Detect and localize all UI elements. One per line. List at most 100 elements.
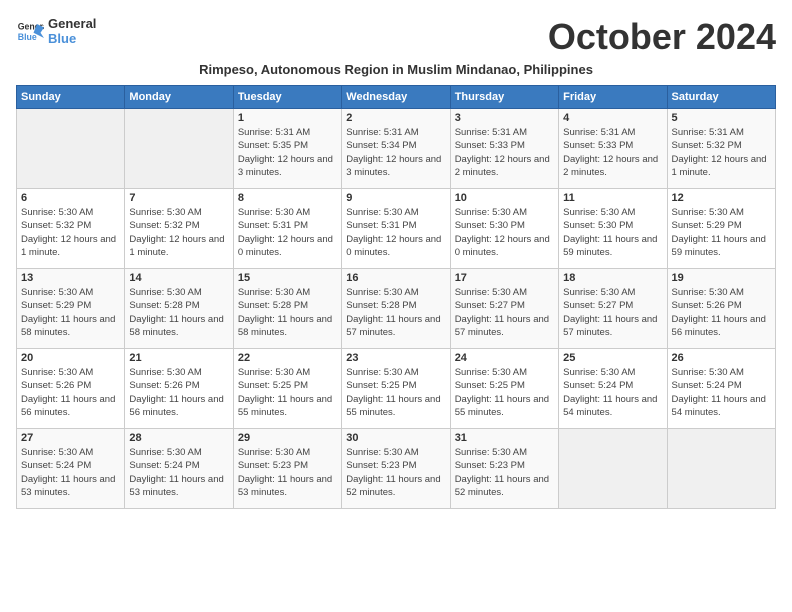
calendar-cell: 30Sunrise: 5:30 AM Sunset: 5:23 PM Dayli… — [342, 429, 450, 509]
calendar-table: SundayMondayTuesdayWednesdayThursdayFrid… — [16, 85, 776, 509]
day-number: 4 — [563, 112, 662, 124]
day-info: Sunrise: 5:30 AM Sunset: 5:24 PM Dayligh… — [129, 446, 228, 499]
day-number: 24 — [455, 352, 554, 364]
calendar-cell: 4 Sunrise: 5:31 AM Sunset: 5:33 PM Daylig… — [559, 109, 667, 189]
day-info: Sunrise: 5:30 AM Sunset: 5:24 PM Dayligh… — [672, 366, 771, 419]
weekday-header: Sunday — [17, 86, 125, 109]
calendar-cell: 28Sunrise: 5:30 AM Sunset: 5:24 PM Dayli… — [125, 429, 233, 509]
calendar-cell: 19 Sunrise: 5:30 AM Sunset: 5:26 PM Dayli… — [667, 269, 775, 349]
calendar-cell: 23Sunrise: 5:30 AM Sunset: 5:25 PM Dayli… — [342, 349, 450, 429]
day-number: 27 — [21, 432, 120, 444]
day-info: Sunrise: 5:30 AM Sunset: 5:30 PM Dayligh… — [455, 206, 554, 259]
day-info: Sunrise: 5:30 AM Sunset: 5:29 PM Dayligh… — [21, 286, 120, 339]
calendar-cell: 17 Sunrise: 5:30 AM Sunset: 5:27 PM Dayli… — [450, 269, 558, 349]
calendar-cell: 8 Sunrise: 5:30 AM Sunset: 5:31 PM Daylig… — [233, 189, 341, 269]
day-info: Sunrise: 5:30 AM Sunset: 5:28 PM Dayligh… — [129, 286, 228, 339]
calendar-cell: 5Sunrise: 5:31 AM Sunset: 5:32 PM Daylig… — [667, 109, 775, 189]
logo: General Blue General Blue — [16, 16, 96, 46]
calendar-cell: 24 Sunrise: 5:30 AM Sunset: 5:25 PM Dayli… — [450, 349, 558, 429]
logo-text-general: General — [48, 16, 96, 31]
day-number: 8 — [238, 192, 337, 204]
day-info: Sunrise: 5:31 AM Sunset: 5:33 PM Dayligh… — [563, 126, 662, 179]
day-info: Sunrise: 5:30 AM Sunset: 5:23 PM Dayligh… — [455, 446, 554, 499]
day-number: 31 — [455, 432, 554, 444]
day-number: 16 — [346, 272, 445, 284]
subtitle: Rimpeso, Autonomous Region in Muslim Min… — [16, 62, 776, 77]
day-number: 14 — [129, 272, 228, 284]
calendar-cell: 10 Sunrise: 5:30 AM Sunset: 5:30 PM Dayli… — [450, 189, 558, 269]
day-info: Sunrise: 5:30 AM Sunset: 5:26 PM Dayligh… — [21, 366, 120, 419]
weekday-header: Tuesday — [233, 86, 341, 109]
day-info: Sunrise: 5:30 AM Sunset: 5:28 PM Dayligh… — [238, 286, 337, 339]
day-info: Sunrise: 5:30 AM Sunset: 5:30 PM Dayligh… — [563, 206, 662, 259]
day-number: 19 — [672, 272, 771, 284]
calendar-cell: 16 Sunrise: 5:30 AM Sunset: 5:28 PM Dayli… — [342, 269, 450, 349]
header: General Blue General Blue October 2024 — [16, 16, 776, 58]
calendar-cell: 21 Sunrise: 5:30 AM Sunset: 5:26 PM Dayli… — [125, 349, 233, 429]
day-info: Sunrise: 5:30 AM Sunset: 5:27 PM Dayligh… — [455, 286, 554, 339]
day-info: Sunrise: 5:30 AM Sunset: 5:26 PM Dayligh… — [129, 366, 228, 419]
calendar-cell — [17, 109, 125, 189]
weekday-header: Friday — [559, 86, 667, 109]
day-number: 21 — [129, 352, 228, 364]
calendar-cell: 25 Sunrise: 5:30 AM Sunset: 5:24 PM Dayli… — [559, 349, 667, 429]
day-info: Sunrise: 5:30 AM Sunset: 5:25 PM Dayligh… — [455, 366, 554, 419]
day-info: Sunrise: 5:31 AM Sunset: 5:33 PM Dayligh… — [455, 126, 554, 179]
day-info: Sunrise: 5:30 AM Sunset: 5:23 PM Dayligh… — [346, 446, 445, 499]
day-info: Sunrise: 5:30 AM Sunset: 5:32 PM Dayligh… — [21, 206, 120, 259]
day-info: Sunrise: 5:31 AM Sunset: 5:35 PM Dayligh… — [238, 126, 337, 179]
calendar-cell: 22 Sunrise: 5:30 AM Sunset: 5:25 PM Dayli… — [233, 349, 341, 429]
day-number: 15 — [238, 272, 337, 284]
day-number: 2 — [346, 112, 445, 124]
day-info: Sunrise: 5:30 AM Sunset: 5:24 PM Dayligh… — [563, 366, 662, 419]
calendar-cell: 2 Sunrise: 5:31 AM Sunset: 5:34 PM Daylig… — [342, 109, 450, 189]
day-number: 17 — [455, 272, 554, 284]
calendar-cell: 18 Sunrise: 5:30 AM Sunset: 5:27 PM Dayli… — [559, 269, 667, 349]
day-info: Sunrise: 5:30 AM Sunset: 5:28 PM Dayligh… — [346, 286, 445, 339]
day-number: 25 — [563, 352, 662, 364]
weekday-header: Thursday — [450, 86, 558, 109]
calendar-cell: 9 Sunrise: 5:30 AM Sunset: 5:31 PM Daylig… — [342, 189, 450, 269]
calendar-cell — [125, 109, 233, 189]
calendar-cell: 26Sunrise: 5:30 AM Sunset: 5:24 PM Dayli… — [667, 349, 775, 429]
day-number: 29 — [238, 432, 337, 444]
calendar-cell: 7 Sunrise: 5:30 AM Sunset: 5:32 PM Daylig… — [125, 189, 233, 269]
calendar-cell: 13 Sunrise: 5:30 AM Sunset: 5:29 PM Dayli… — [17, 269, 125, 349]
day-number: 3 — [455, 112, 554, 124]
day-info: Sunrise: 5:31 AM Sunset: 5:34 PM Dayligh… — [346, 126, 445, 179]
day-info: Sunrise: 5:30 AM Sunset: 5:31 PM Dayligh… — [346, 206, 445, 259]
day-number: 13 — [21, 272, 120, 284]
day-number: 18 — [563, 272, 662, 284]
day-info: Sunrise: 5:30 AM Sunset: 5:29 PM Dayligh… — [672, 206, 771, 259]
day-info: Sunrise: 5:30 AM Sunset: 5:25 PM Dayligh… — [346, 366, 445, 419]
logo-icon: General Blue — [16, 17, 44, 45]
calendar-cell: 11 Sunrise: 5:30 AM Sunset: 5:30 PM Dayli… — [559, 189, 667, 269]
day-number: 22 — [238, 352, 337, 364]
day-number: 20 — [21, 352, 120, 364]
calendar-cell: 12Sunrise: 5:30 AM Sunset: 5:29 PM Dayli… — [667, 189, 775, 269]
calendar-cell: 3 Sunrise: 5:31 AM Sunset: 5:33 PM Daylig… — [450, 109, 558, 189]
day-number: 10 — [455, 192, 554, 204]
calendar-cell: 27 Sunrise: 5:30 AM Sunset: 5:24 PM Dayli… — [17, 429, 125, 509]
weekday-header: Saturday — [667, 86, 775, 109]
day-number: 7 — [129, 192, 228, 204]
calendar-cell: 6 Sunrise: 5:30 AM Sunset: 5:32 PM Daylig… — [17, 189, 125, 269]
day-info: Sunrise: 5:30 AM Sunset: 5:32 PM Dayligh… — [129, 206, 228, 259]
day-number: 1 — [238, 112, 337, 124]
day-number: 5 — [672, 112, 771, 124]
day-info: Sunrise: 5:30 AM Sunset: 5:31 PM Dayligh… — [238, 206, 337, 259]
calendar-cell — [559, 429, 667, 509]
day-number: 11 — [563, 192, 662, 204]
svg-text:Blue: Blue — [18, 32, 37, 42]
day-info: Sunrise: 5:30 AM Sunset: 5:24 PM Dayligh… — [21, 446, 120, 499]
calendar-cell: 29 Sunrise: 5:30 AM Sunset: 5:23 PM Dayli… — [233, 429, 341, 509]
calendar-cell: 20 Sunrise: 5:30 AM Sunset: 5:26 PM Dayli… — [17, 349, 125, 429]
logo-text-blue: Blue — [48, 31, 96, 46]
day-info: Sunrise: 5:30 AM Sunset: 5:27 PM Dayligh… — [563, 286, 662, 339]
day-number: 6 — [21, 192, 120, 204]
calendar-cell — [667, 429, 775, 509]
day-info: Sunrise: 5:30 AM Sunset: 5:26 PM Dayligh… — [672, 286, 771, 339]
day-info: Sunrise: 5:30 AM Sunset: 5:25 PM Dayligh… — [238, 366, 337, 419]
day-info: Sunrise: 5:30 AM Sunset: 5:23 PM Dayligh… — [238, 446, 337, 499]
day-number: 9 — [346, 192, 445, 204]
